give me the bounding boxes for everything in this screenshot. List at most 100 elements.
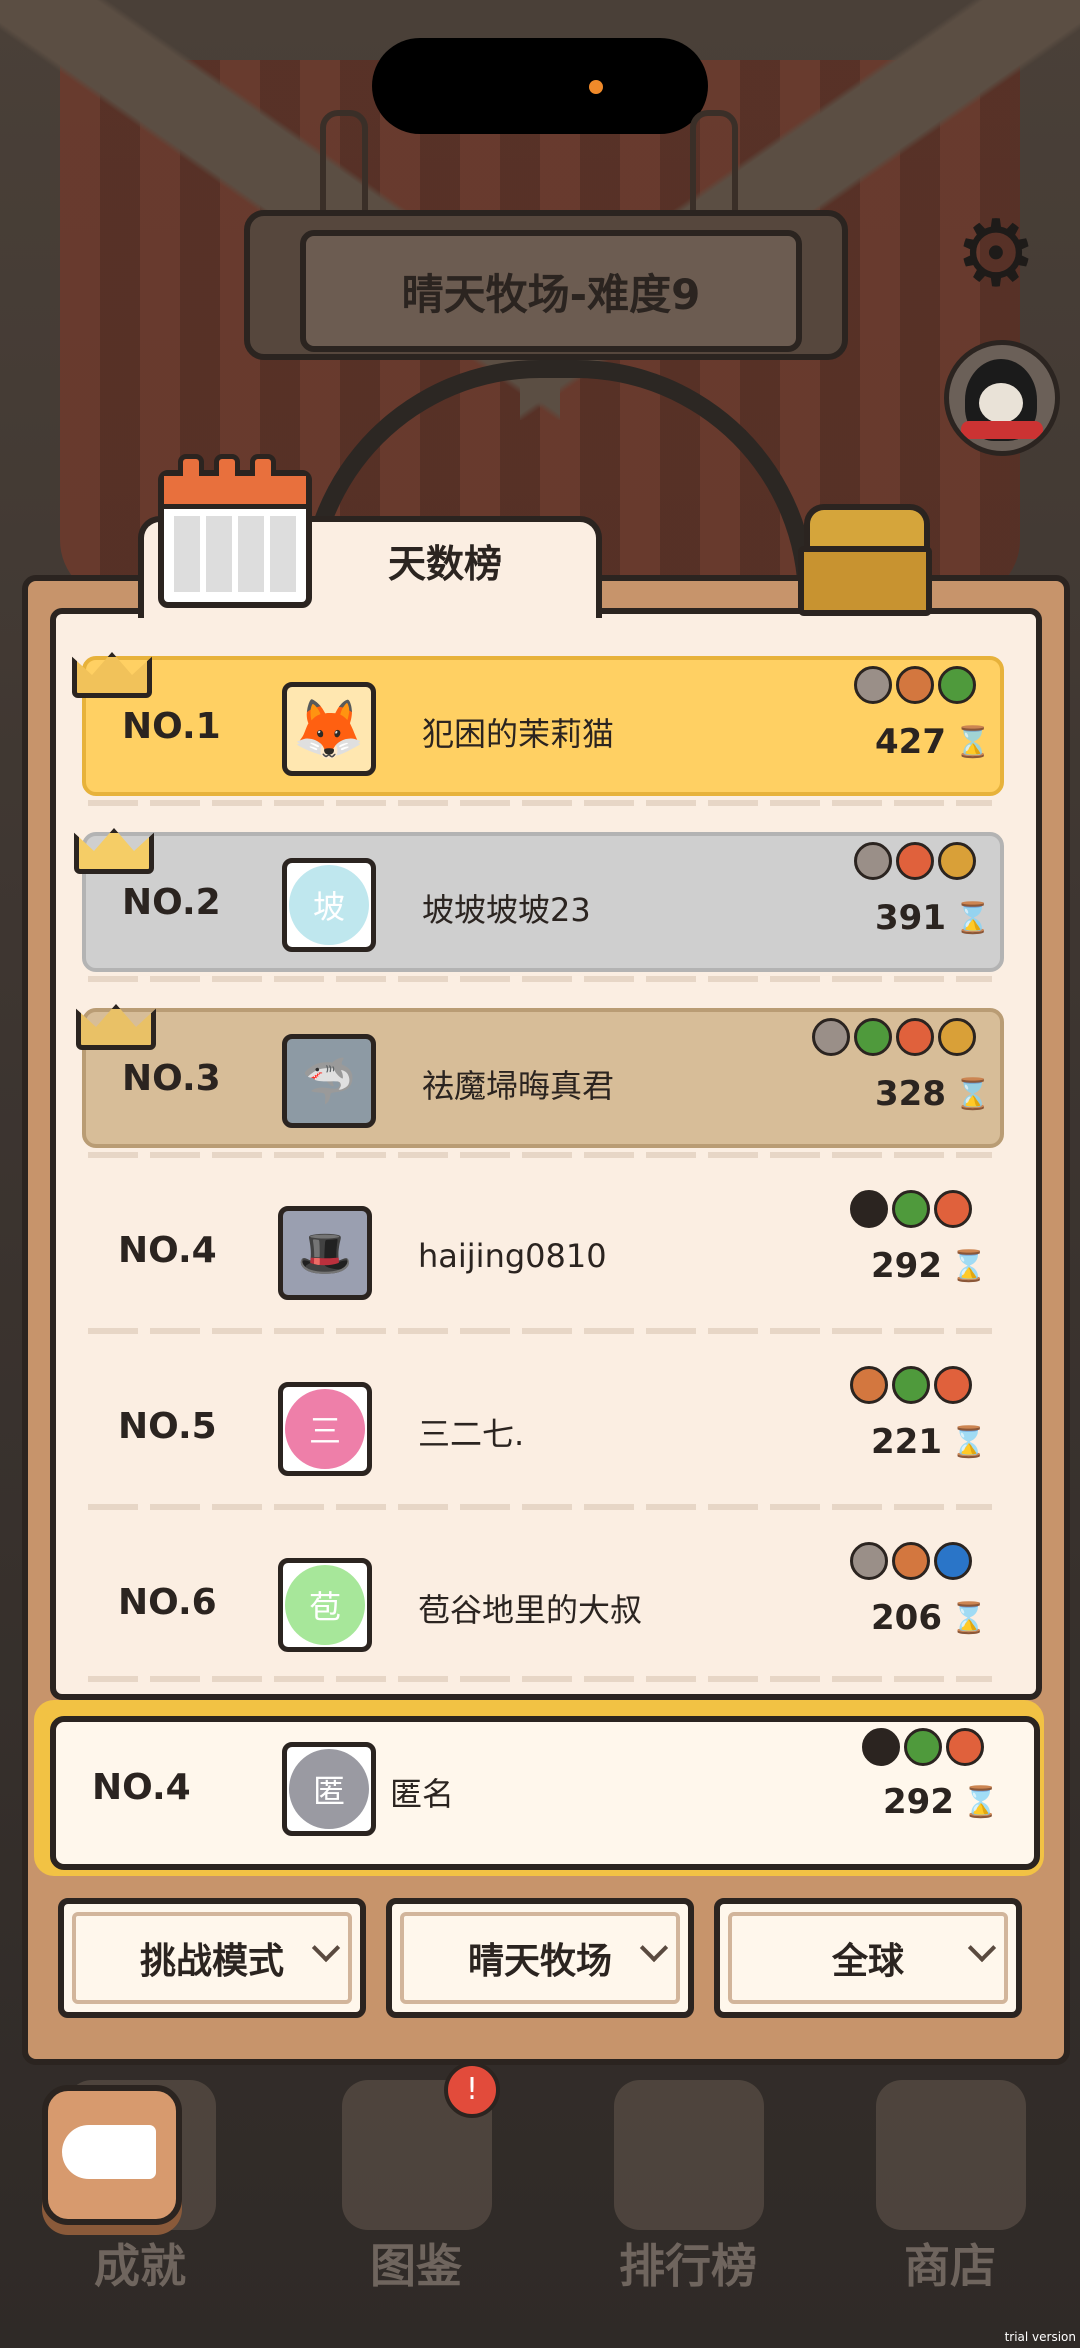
my-rank-row[interactable]: NO.4 匿 匿名 292 ⌛ bbox=[50, 1716, 1040, 1870]
pet-icon bbox=[854, 666, 892, 704]
my-name: 匿名 bbox=[390, 1775, 455, 1813]
leaderboard-row-3[interactable]: NO.3 🦈 祛魔埽晦真君 328 ⌛ bbox=[82, 1008, 1004, 1148]
pet-icon bbox=[892, 1190, 930, 1228]
treasure-chest-icon[interactable] bbox=[798, 504, 932, 616]
player-name: 苞谷地里的大叔 bbox=[418, 1591, 643, 1629]
player-avatar: 苞 bbox=[278, 1558, 372, 1652]
mode-dropdown-label: 挑战模式 bbox=[139, 1941, 284, 1982]
pet-icon bbox=[850, 1542, 888, 1580]
pet-icon bbox=[946, 1728, 984, 1766]
back-arrow-icon bbox=[62, 2125, 156, 2179]
nav-ranking[interactable]: 排行榜 bbox=[578, 2080, 798, 2300]
player-name: 祛魔埽晦真君 bbox=[422, 1067, 615, 1105]
pet-icons bbox=[854, 842, 976, 880]
player-name: 犯困的茉莉猫 bbox=[422, 715, 615, 753]
shop-icon bbox=[876, 2080, 1026, 2230]
rank-label: NO.5 bbox=[118, 1405, 217, 1447]
leaderboard-row-5[interactable]: NO.5 三 三二七. 221 ⌛ bbox=[82, 1360, 996, 1492]
leaderboard-row-4[interactable]: NO.4 🎩 haijing0810 292 ⌛ bbox=[82, 1184, 996, 1316]
pet-icon bbox=[854, 1018, 892, 1056]
scroll-icon bbox=[614, 2080, 764, 2230]
pet-icon bbox=[892, 1542, 930, 1580]
hourglass-icon: ⌛ bbox=[950, 1249, 988, 1284]
nav-shop-label: 商店 bbox=[904, 2239, 996, 2293]
alert-badge: ! bbox=[444, 2062, 500, 2118]
player-avatar-shark: 🦈 bbox=[282, 1034, 376, 1128]
pet-icons bbox=[862, 1728, 984, 1766]
back-button[interactable] bbox=[42, 2085, 182, 2225]
player-avatar-hat: 🎩 bbox=[278, 1206, 372, 1300]
hourglass-icon: ⌛ bbox=[962, 1785, 1000, 1820]
pet-icons bbox=[812, 1018, 976, 1056]
map-dropdown-label: 晴天牧场 bbox=[467, 1941, 612, 1982]
player-name: 坡坡坡坡23 bbox=[422, 891, 591, 929]
pet-icon bbox=[812, 1018, 850, 1056]
nav-shop[interactable]: 商店 bbox=[840, 2080, 1060, 2300]
pet-icon bbox=[850, 1190, 888, 1228]
player-avatar-fox: 🦊 bbox=[282, 682, 376, 776]
avatar-initial: 苞 bbox=[285, 1565, 365, 1645]
pet-icons bbox=[850, 1190, 972, 1228]
pet-icons bbox=[850, 1542, 972, 1580]
row-divider bbox=[88, 1152, 992, 1158]
nav-codex[interactable]: 图鉴 bbox=[306, 2080, 526, 2300]
score-days: 391 bbox=[875, 898, 946, 938]
rank-label: NO.4 bbox=[92, 1766, 191, 1808]
my-avatar: 匿 bbox=[282, 1742, 376, 1836]
pet-icon bbox=[934, 1542, 972, 1580]
pet-icon bbox=[938, 666, 976, 704]
hourglass-icon: ⌛ bbox=[950, 1601, 988, 1636]
pet-icon bbox=[934, 1366, 972, 1404]
camera-indicator bbox=[589, 80, 603, 94]
score-days: 328 bbox=[875, 1074, 946, 1114]
crown-silver-icon bbox=[70, 812, 154, 874]
pet-icon bbox=[896, 1018, 934, 1056]
avatar-initial: 匿 bbox=[289, 1749, 369, 1829]
rank-label: NO.4 bbox=[118, 1229, 217, 1271]
pet-icons bbox=[850, 1366, 972, 1404]
player-name: haijing0810 bbox=[418, 1237, 607, 1275]
hourglass-icon: ⌛ bbox=[954, 1077, 992, 1112]
pet-icon bbox=[896, 666, 934, 704]
leaderboard-row-6[interactable]: NO.6 苞 苞谷地里的大叔 206 ⌛ bbox=[82, 1536, 996, 1668]
leaderboard-row-2[interactable]: NO.2 坡 坡坡坡坡23 391 ⌛ bbox=[82, 832, 1004, 972]
leaderboard-row-1[interactable]: NO.1 🦊 犯困的茉莉猫 427 ⌛ bbox=[82, 656, 1004, 796]
row-divider bbox=[88, 1504, 992, 1510]
score-days: 427 bbox=[875, 722, 946, 762]
row-divider bbox=[88, 976, 992, 982]
score-days: 206 bbox=[871, 1598, 942, 1638]
player-avatar: 三 bbox=[278, 1382, 372, 1476]
calendar-icon bbox=[158, 454, 312, 608]
map-dropdown[interactable]: 晴天牧场 bbox=[386, 1898, 694, 2018]
avatar-initial: 坡 bbox=[289, 865, 369, 945]
level-title: 晴天牧场-难度9 bbox=[401, 269, 701, 319]
row-divider bbox=[88, 800, 992, 806]
row-divider bbox=[88, 1676, 992, 1682]
pet-icon bbox=[904, 1728, 942, 1766]
my-score-days: 292 bbox=[883, 1782, 954, 1822]
penguin-avatar-icon[interactable] bbox=[944, 340, 1060, 456]
pet-icon bbox=[854, 842, 892, 880]
player-avatar: 坡 bbox=[282, 858, 376, 952]
level-sign-plate: 晴天牧场-难度9 bbox=[300, 230, 802, 352]
crown-bronze-icon bbox=[72, 988, 156, 1050]
crown-gold-icon bbox=[68, 636, 152, 698]
camera-notch bbox=[372, 38, 708, 134]
settings-gear-icon[interactable]: ⚙ bbox=[948, 206, 1044, 302]
pet-icon bbox=[892, 1366, 930, 1404]
pet-icons bbox=[854, 666, 976, 704]
pet-icon bbox=[938, 842, 976, 880]
region-dropdown[interactable]: 全球 bbox=[714, 1898, 1022, 2018]
hourglass-icon: ⌛ bbox=[954, 901, 992, 936]
region-dropdown-label: 全球 bbox=[831, 1941, 904, 1982]
pet-icon bbox=[934, 1190, 972, 1228]
score-days: 292 bbox=[871, 1246, 942, 1286]
score-days: 221 bbox=[871, 1422, 942, 1462]
nav-codex-label: 图鉴 bbox=[370, 2239, 462, 2293]
mode-dropdown[interactable]: 挑战模式 bbox=[58, 1898, 366, 2018]
pet-icon bbox=[850, 1366, 888, 1404]
tab-days-ranking-label: 天数榜 bbox=[387, 541, 502, 586]
pet-icon bbox=[938, 1018, 976, 1056]
player-name: 三二七. bbox=[418, 1415, 525, 1453]
hourglass-icon: ⌛ bbox=[954, 725, 992, 760]
